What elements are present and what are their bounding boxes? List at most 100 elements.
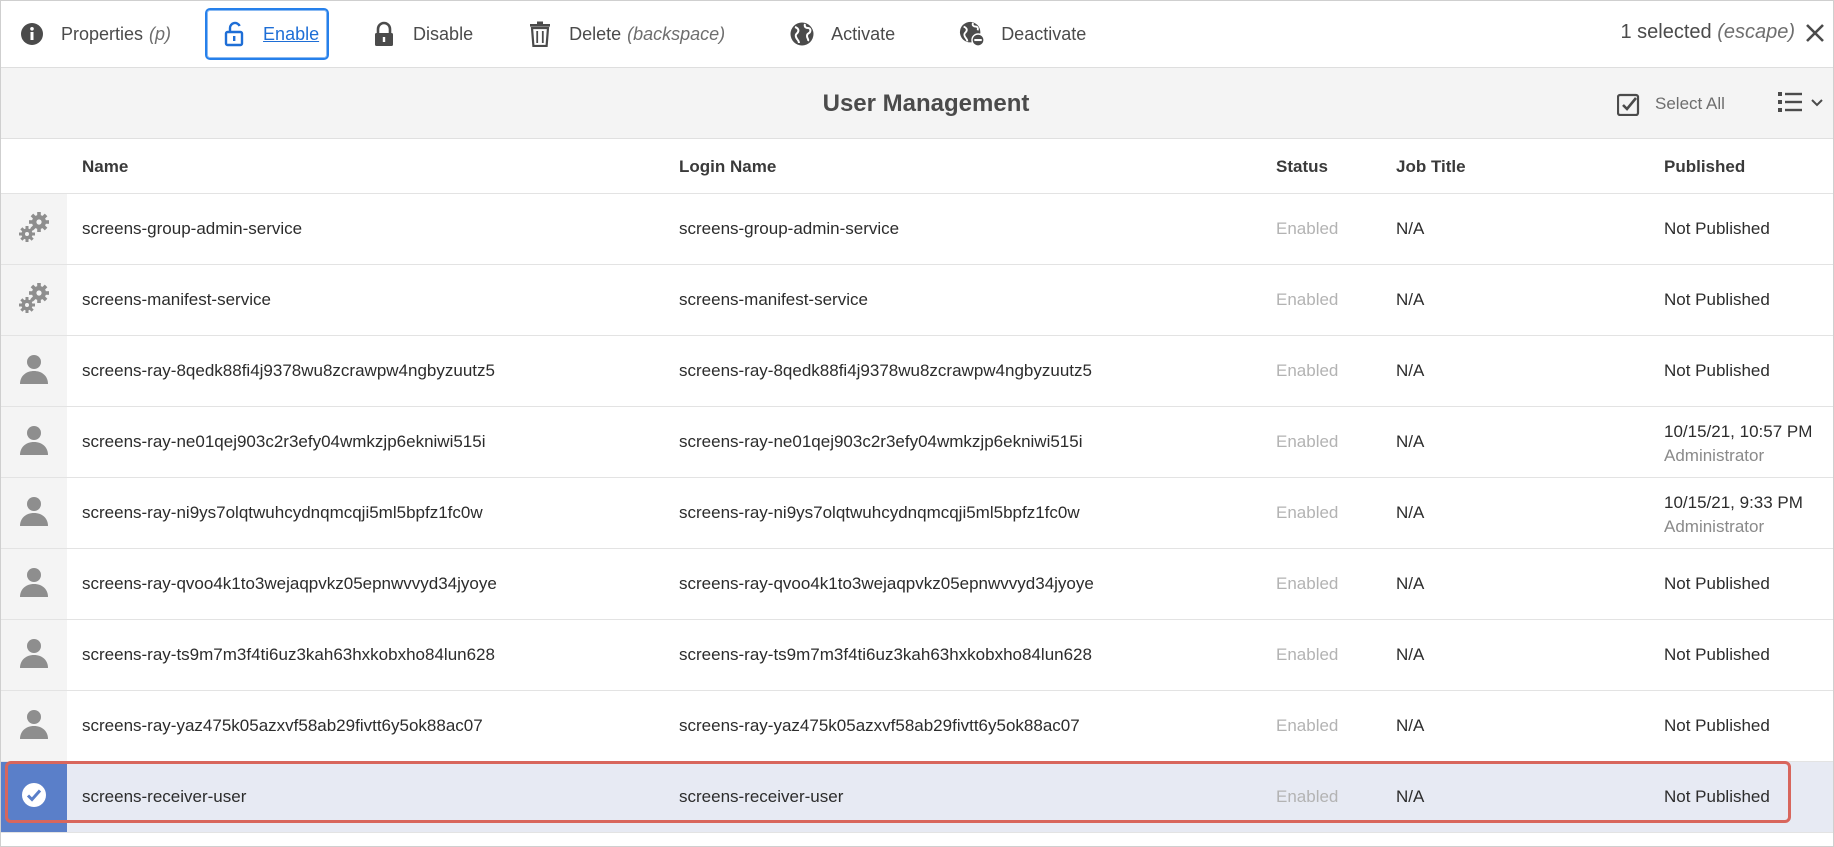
login-name: screens-manifest-service (679, 290, 868, 309)
status-text: Enabled (1276, 787, 1339, 806)
published-info: 10/15/21, 9:33 PM Administrator (1664, 491, 1803, 539)
published-by: Administrator (1664, 517, 1765, 536)
user-name: screens-ray-ts9m7m3f4ti6uz3kah63hxkobxho… (82, 645, 495, 664)
row-select-cell[interactable] (1, 407, 67, 477)
login-name: screens-ray-qvoo4k1to3wejaqpvkz05epnwvvy… (679, 574, 1094, 593)
table-row[interactable]: screens-manifest-service screens-manifes… (1, 265, 1833, 336)
activate-label: Activate (831, 23, 896, 44)
user-name: screens-ray-8qedk88fi4j9378wu8zcrawpw4ng… (82, 361, 495, 380)
user-table-body: screens-group-admin-service screens-grou… (1, 194, 1833, 833)
properties-button[interactable]: Properties (p) (7, 8, 183, 60)
row-select-cell[interactable] (1, 549, 67, 619)
table-row[interactable]: screens-ray-yaz475k05azxvf58ab29fivtt6y5… (1, 691, 1833, 762)
selection-count-text: 1 selected (1620, 21, 1712, 43)
delete-button[interactable]: Delete (backspace) (515, 8, 737, 60)
table-row[interactable]: screens-group-admin-service screens-grou… (1, 194, 1833, 265)
activate-button[interactable]: Activate (777, 8, 907, 60)
row-select-cell[interactable] (1, 762, 67, 832)
status-text: Enabled (1276, 645, 1339, 664)
login-name: screens-group-admin-service (679, 219, 900, 238)
column-header-published[interactable]: Published (1664, 157, 1745, 177)
view-switcher[interactable] (1777, 90, 1833, 118)
gears-icon (16, 210, 52, 249)
unlock-icon (223, 21, 247, 47)
list-view-icon (1777, 90, 1803, 119)
table-row[interactable]: screens-ray-ne01qej903c2r3efy04wmkzjp6ek… (1, 407, 1833, 478)
info-icon (19, 21, 45, 47)
user-icon (19, 495, 49, 532)
job-title: N/A (1396, 503, 1425, 522)
published-status: Not Published (1664, 574, 1770, 593)
table-row[interactable]: screens-ray-qvoo4k1to3wejaqpvkz05epnwvvy… (1, 549, 1833, 620)
title-bar: User Management Select All (1, 68, 1833, 139)
job-title: N/A (1396, 645, 1425, 664)
login-name: screens-ray-ts9m7m3f4ti6uz3kah63hxkobxho… (679, 645, 1092, 664)
user-icon (19, 708, 49, 745)
job-title: N/A (1396, 290, 1425, 309)
user-name: screens-ray-qvoo4k1to3wejaqpvkz05epnwvvy… (82, 574, 497, 593)
published-status: Not Published (1664, 716, 1770, 735)
delete-label: Delete (569, 23, 622, 44)
status-text: Enabled (1276, 361, 1339, 380)
job-title: N/A (1396, 219, 1425, 238)
user-name: screens-ray-yaz475k05azxvf58ab29fivtt6y5… (82, 716, 483, 735)
user-name: screens-group-admin-service (82, 219, 303, 238)
select-all-button[interactable]: Select All (1616, 92, 1725, 117)
disable-label: Disable (413, 23, 474, 44)
column-header-name[interactable]: Name (82, 157, 128, 177)
disable-button[interactable]: Disable (359, 8, 485, 60)
deactivate-button[interactable]: Deactivate (947, 8, 1098, 60)
row-select-cell[interactable] (1, 478, 67, 548)
published-status: Not Published (1664, 219, 1770, 238)
select-all-label: Select All (1655, 94, 1725, 113)
status-text: Enabled (1276, 503, 1339, 522)
selection-escape-hint: (escape) (1717, 21, 1795, 43)
job-title: N/A (1396, 361, 1425, 380)
status-text: Enabled (1276, 219, 1339, 238)
status-text: Enabled (1276, 432, 1339, 451)
job-title: N/A (1396, 432, 1425, 451)
clear-selection-close-icon[interactable] (1803, 21, 1827, 45)
user-icon (19, 637, 49, 674)
published-date: 10/15/21, 9:33 PM (1664, 493, 1803, 512)
column-header-login-name[interactable]: Login Name (679, 157, 776, 177)
status-text: Enabled (1276, 574, 1339, 593)
page-title: User Management (822, 90, 1030, 117)
status-text: Enabled (1276, 716, 1339, 735)
properties-shortcut: (p) (149, 23, 172, 44)
user-management-console: Properties (p) Enable Disable Delete (ba… (0, 0, 1834, 847)
user-icon (19, 353, 49, 390)
table-row[interactable]: screens-ray-ni9ys7olqtwuhcydnqmcqji5ml5b… (1, 478, 1833, 549)
published-status: Not Published (1664, 361, 1770, 380)
user-name: screens-receiver-user (82, 787, 247, 806)
enable-button[interactable]: Enable (205, 8, 330, 60)
row-select-cell[interactable] (1, 620, 67, 690)
login-name: screens-receiver-user (679, 787, 844, 806)
job-title: N/A (1396, 787, 1425, 806)
published-by: Administrator (1664, 446, 1765, 465)
published-status: Not Published (1664, 290, 1770, 309)
globe-icon (789, 21, 815, 47)
user-icon (19, 424, 49, 461)
table-row[interactable]: screens-ray-ts9m7m3f4ti6uz3kah63hxkobxho… (1, 620, 1833, 691)
row-select-cell[interactable] (1, 336, 67, 406)
row-select-cell[interactable] (1, 265, 67, 335)
table-header: Name Login Name Status Job Title Publish… (1, 139, 1833, 194)
lock-icon (371, 21, 397, 47)
table-row-selected[interactable]: screens-receiver-user screens-receiver-u… (1, 762, 1833, 833)
login-name: screens-ray-yaz475k05azxvf58ab29fivtt6y5… (679, 716, 1080, 735)
login-name: screens-ray-ne01qej903c2r3efy04wmkzjp6ek… (679, 432, 1083, 451)
row-select-cell[interactable] (1, 691, 67, 761)
action-bar: Properties (p) Enable Disable Delete (ba… (1, 1, 1833, 68)
login-name: screens-ray-8qedk88fi4j9378wu8zcrawpw4ng… (679, 361, 1092, 380)
job-title: N/A (1396, 574, 1425, 593)
table-row[interactable]: screens-ray-8qedk88fi4j9378wu8zcrawpw4ng… (1, 336, 1833, 407)
enable-label: Enable (263, 23, 320, 44)
globe-remove-icon (959, 21, 985, 47)
checkmark-circle-icon (19, 780, 49, 815)
login-name: screens-ray-ni9ys7olqtwuhcydnqmcqji5ml5b… (679, 503, 1080, 522)
column-header-job-title[interactable]: Job Title (1396, 157, 1466, 177)
published-date: 10/15/21, 10:57 PM (1664, 422, 1813, 441)
column-header-status[interactable]: Status (1276, 157, 1328, 177)
row-select-cell[interactable] (1, 194, 67, 264)
